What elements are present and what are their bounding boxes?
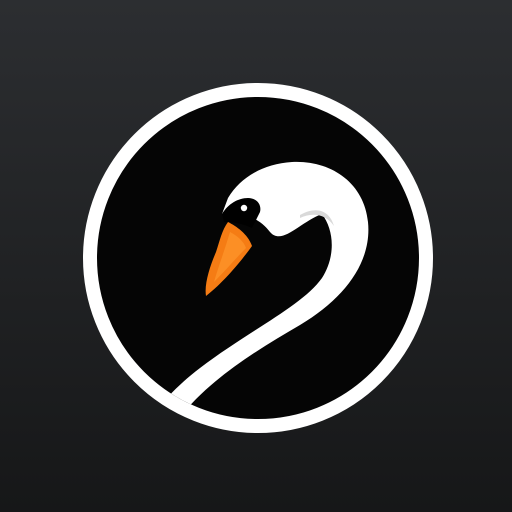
swan-logo-icon xyxy=(83,83,433,433)
app-icon xyxy=(0,0,512,512)
logo-disc xyxy=(97,97,419,419)
